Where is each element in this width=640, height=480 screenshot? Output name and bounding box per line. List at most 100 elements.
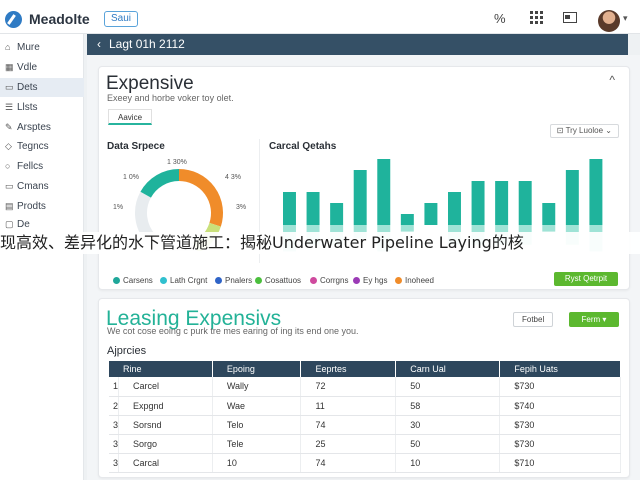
table-cell: $740 [499, 396, 621, 416]
chevron-down-icon[interactable]: ▾ [623, 13, 628, 24]
sidebar-item-label: Arsptes [17, 122, 51, 133]
filter-button[interactable]: Fotbel [513, 312, 554, 327]
date-range-select[interactable]: ⊡ Try Luoloe ⌄ [549, 124, 619, 138]
chart-icon: ▦ [5, 62, 14, 72]
sidebar-item-arsptes[interactable]: ✎ Arsptes [0, 118, 84, 137]
grid-icon[interactable] [530, 11, 543, 28]
bar-8[interactable] [471, 181, 485, 225]
bar-secondary-5[interactable] [400, 225, 414, 232]
sidebar-item-tegncs[interactable]: ◇ Tegncs [0, 137, 84, 156]
home-icon: ⌂ [5, 42, 11, 52]
section-title: Ajprcies [107, 345, 147, 357]
form-dropdown-button[interactable]: Ferm ▾ [569, 312, 619, 327]
legend-label: Ey hgs [363, 276, 388, 285]
legend-item[interactable]: Carsens [113, 275, 153, 287]
table-row[interactable]: 2 Expgnd Wae 11 58 $740 [109, 396, 621, 416]
bar-11[interactable] [542, 203, 556, 225]
sidebar-item-cmans[interactable]: ▭ Cmans [0, 177, 84, 196]
donut-segment-0[interactable] [178, 169, 223, 227]
bar-2[interactable] [330, 203, 344, 225]
table-cell: 10 [212, 453, 302, 473]
car-icon: ▭ [5, 82, 14, 92]
bar-0[interactable] [283, 192, 296, 225]
legend-item[interactable]: Lath Crgnt [160, 275, 207, 287]
sidebar-item-prodts[interactable]: ▤ Prodts [0, 197, 84, 216]
sidebar-item-fellcs[interactable]: ○ Fellcs [0, 157, 84, 176]
report-button[interactable]: Ryst Qetrpit [554, 272, 618, 286]
column-header[interactable]: Epoing [212, 361, 302, 377]
table-cell: 25 [300, 434, 397, 454]
table-cell: 10 [395, 453, 501, 473]
column-header[interactable]: Eeprtes [300, 361, 397, 377]
app-badge[interactable]: Saui [104, 11, 139, 27]
table-cell: 50 [395, 377, 501, 397]
sidebar-item-mure[interactable]: ⌂ Mure [0, 38, 84, 57]
bar-6[interactable] [424, 203, 438, 225]
column-header[interactable]: Fepih Uats [499, 361, 621, 377]
legend-label: Corrgns [320, 276, 349, 285]
table-row[interactable]: 1 Carcel Wally 72 50 $730 [109, 377, 621, 397]
table-cell: $730 [499, 377, 621, 397]
list-icon: ☰ [5, 102, 14, 112]
sidebar-item-label: Prodts [17, 201, 46, 212]
bar-1[interactable] [306, 192, 320, 225]
avatar[interactable] [598, 10, 620, 32]
table-cell: Sorgo [118, 434, 213, 454]
collapse-icon[interactable]: ^ [609, 73, 615, 87]
pin-icon: ✎ [5, 122, 13, 132]
donut-segment-3[interactable] [140, 169, 180, 198]
tab-aavice[interactable]: Aavice [108, 109, 153, 125]
leasing-subtitle: We cot cose eoing c purk tre mes earing … [107, 326, 359, 336]
sidebar-item-dets[interactable]: ▭ Dets [0, 78, 84, 97]
table-row[interactable]: 3 Carcal 10 74 10 $710 [109, 453, 621, 473]
row-number: 2 [109, 396, 119, 416]
legend-label: Inoheed [405, 276, 434, 285]
table-cell: 72 [300, 377, 397, 397]
legend-item[interactable]: Corrgns [310, 275, 348, 287]
sidebar-item-label: Cmans [17, 181, 49, 192]
row-number: 3 [109, 453, 119, 473]
legend-dot-icon [160, 277, 167, 284]
legend-item[interactable]: Ey hgs [353, 275, 387, 287]
bar-secondary-11[interactable] [542, 225, 556, 232]
app-title: Meadolte [29, 11, 90, 27]
legend-item[interactable]: Pnalers [215, 275, 252, 287]
bar-3[interactable] [353, 170, 367, 225]
legend-item[interactable]: Inoheed [395, 275, 434, 287]
back-icon[interactable]: ‹ [97, 37, 101, 51]
top-bar: Meadolte Saui % ▾ [0, 0, 640, 34]
table-cell: 30 [395, 415, 501, 435]
bar-7[interactable] [448, 192, 461, 225]
folder-icon: ▭ [5, 181, 14, 191]
column-header[interactable]: Rine [109, 361, 213, 377]
legend-dot-icon [255, 277, 262, 284]
table-row[interactable]: 3 Sorsnd Telo 74 30 $730 [109, 415, 621, 435]
donut-label-left-bottom: 1% [113, 204, 124, 211]
page-title: Lagt 01h 2112 [109, 37, 185, 51]
leasing-card: Leasing Expensivs We cot cose eoing c pu… [98, 298, 630, 478]
table-header-row: Rine Epoing Eeprtes Carn Ual Fepih Uats [109, 361, 621, 377]
bar-4[interactable] [377, 159, 391, 225]
percent-icon[interactable]: % [494, 11, 506, 27]
donut-title: Data Srpece [107, 141, 165, 152]
bar-9[interactable] [495, 181, 509, 225]
bar-5[interactable] [400, 214, 414, 225]
legend-item[interactable]: Cosattuos [255, 275, 301, 287]
table-cell: $710 [499, 453, 621, 473]
bar-10[interactable] [518, 181, 532, 225]
table-cell: 11 [300, 396, 397, 416]
table-cell: Sorsnd [118, 415, 213, 435]
table-cell: 50 [395, 434, 501, 454]
sidebar-item-vdle[interactable]: ▦ Vdle [0, 58, 84, 77]
legend-dot-icon [113, 277, 120, 284]
bulb-icon: ○ [5, 161, 11, 171]
card-icon[interactable] [563, 11, 577, 27]
column-header[interactable]: Carn Ual [395, 361, 501, 377]
card-subtitle: Exeey and horbe voker toy olet. [107, 93, 234, 103]
sidebar-item-llsts[interactable]: ☰ Llsts [0, 98, 84, 117]
bar-13[interactable] [589, 159, 603, 225]
bar-chart-title: Carcal Qetahs [269, 141, 337, 152]
table-row[interactable]: 3 Sorgo Tele 25 50 $730 [109, 434, 621, 454]
bar-12[interactable] [565, 170, 579, 225]
legend-dot-icon [215, 277, 222, 284]
